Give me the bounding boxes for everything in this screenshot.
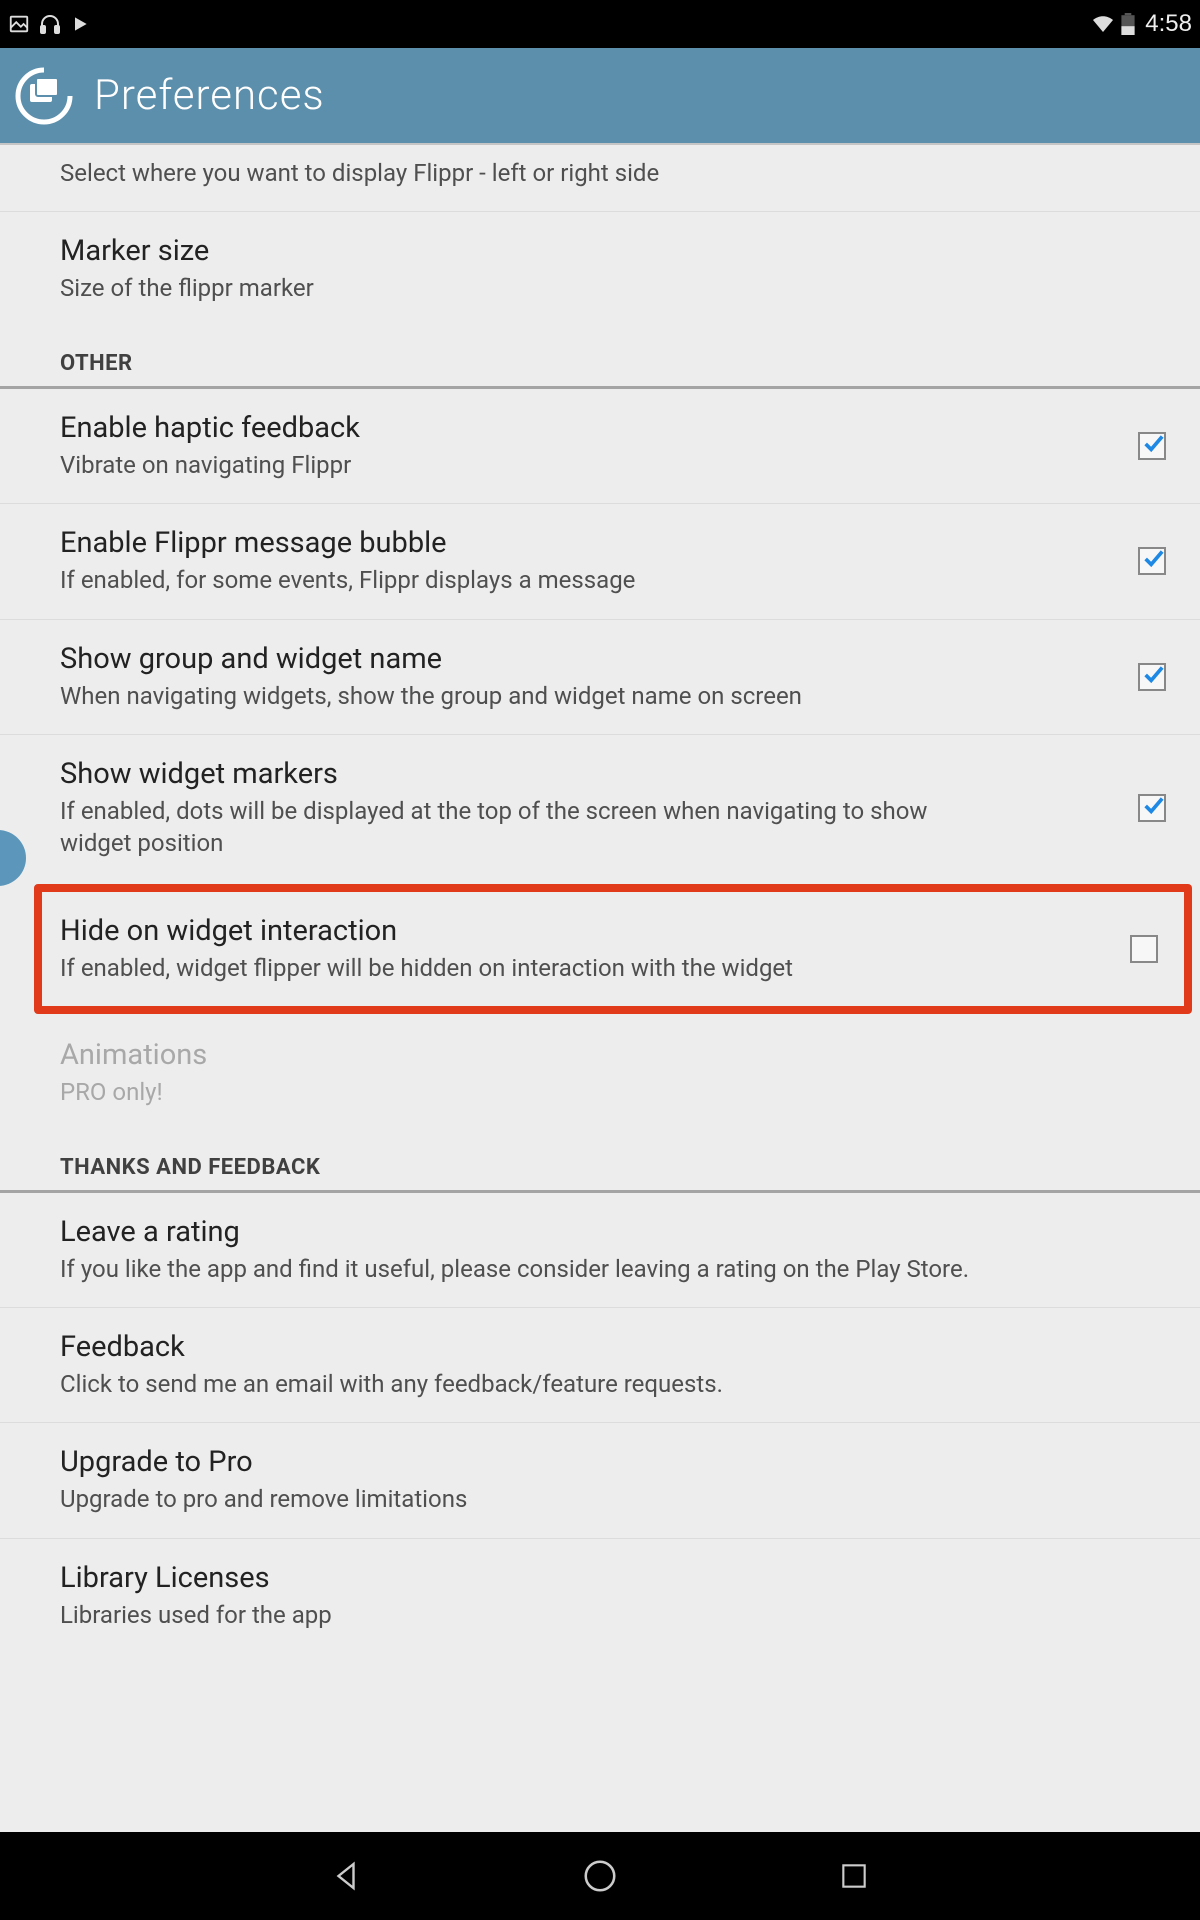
pref-summary: If enabled, dots will be displayed at th…	[60, 795, 930, 860]
nav-recent-button[interactable]	[832, 1854, 876, 1898]
pref-flippr-location[interactable]: Select where you want to display Flippr …	[0, 145, 1200, 212]
pref-leave-rating[interactable]: Leave a rating If you like the app and f…	[0, 1193, 1200, 1308]
wifi-icon	[1091, 12, 1115, 36]
status-time: 4:58	[1145, 10, 1192, 38]
pref-message-bubble[interactable]: Enable Flippr message bubble If enabled,…	[0, 504, 1200, 619]
play-icon	[70, 14, 90, 34]
pref-summary: Libraries used for the app	[60, 1599, 1166, 1631]
section-thanks-feedback: THANKS AND FEEDBACK	[0, 1131, 1200, 1193]
checkbox[interactable]	[1130, 935, 1158, 963]
pref-summary: PRO only!	[60, 1076, 1166, 1108]
pref-summary: When navigating widgets, show the group …	[60, 680, 1118, 712]
battery-icon	[1121, 13, 1135, 35]
pref-show-group-widget-name[interactable]: Show group and widget name When navigati…	[0, 620, 1200, 735]
app-title: Preferences	[94, 71, 325, 120]
pref-marker-size[interactable]: Marker size Size of the flippr marker	[0, 212, 1200, 326]
pref-library-licenses[interactable]: Library Licenses Libraries used for the …	[0, 1539, 1200, 1653]
pref-show-widget-markers[interactable]: Show widget markers If enabled, dots wil…	[0, 735, 1200, 882]
highlight-marker: Hide on widget interaction If enabled, w…	[34, 884, 1192, 1014]
pref-title: Library Licenses	[60, 1561, 1166, 1595]
nav-back-button[interactable]	[324, 1854, 368, 1898]
pref-title: Upgrade to Pro	[60, 1445, 1166, 1479]
pref-summary: Vibrate on navigating Flippr	[60, 449, 1118, 481]
app-logo-icon	[12, 64, 76, 128]
pref-title: Leave a rating	[60, 1215, 1166, 1249]
pref-upgrade-pro[interactable]: Upgrade to Pro Upgrade to pro and remove…	[0, 1423, 1200, 1538]
nav-bar	[0, 1832, 1200, 1920]
nav-home-button[interactable]	[578, 1854, 622, 1898]
status-right: 4:58	[1091, 10, 1192, 38]
pref-summary: Upgrade to pro and remove limitations	[60, 1483, 1166, 1515]
checkbox[interactable]	[1138, 547, 1166, 575]
status-left	[8, 12, 90, 36]
pref-summary: If enabled, widget flipper will be hidde…	[60, 952, 1110, 984]
pref-feedback[interactable]: Feedback Click to send me an email with …	[0, 1308, 1200, 1423]
pref-summary: If you like the app and find it useful, …	[60, 1253, 1166, 1285]
status-bar: 4:58	[0, 0, 1200, 48]
pref-title: Enable haptic feedback	[60, 411, 1118, 445]
pref-summary: Size of the flippr marker	[60, 272, 1166, 304]
pref-title: Show widget markers	[60, 757, 1118, 791]
pref-summary: Click to send me an email with any feedb…	[60, 1368, 1166, 1400]
picture-icon	[8, 13, 30, 35]
headphones-icon	[38, 12, 62, 36]
pref-title: Feedback	[60, 1330, 1166, 1364]
checkbox[interactable]	[1138, 432, 1166, 460]
checkbox[interactable]	[1138, 663, 1166, 691]
pref-title: Enable Flippr message bubble	[60, 526, 1118, 560]
preferences-list[interactable]: Select where you want to display Flippr …	[0, 145, 1200, 1785]
pref-hide-on-widget-interaction[interactable]: Hide on widget interaction If enabled, w…	[42, 892, 1184, 1006]
pref-title: Hide on widget interaction	[60, 914, 1110, 948]
pref-title: Animations	[60, 1038, 1166, 1072]
pref-summary: If enabled, for some events, Flippr disp…	[60, 564, 1118, 596]
checkbox[interactable]	[1138, 794, 1166, 822]
pref-haptic-feedback[interactable]: Enable haptic feedback Vibrate on naviga…	[0, 389, 1200, 504]
app-bar: Preferences	[0, 48, 1200, 145]
pref-summary: Select where you want to display Flippr …	[60, 157, 1166, 189]
pref-animations: Animations PRO only!	[0, 1016, 1200, 1130]
pref-title: Marker size	[60, 234, 1166, 268]
pref-title: Show group and widget name	[60, 642, 1118, 676]
section-other: OTHER	[0, 327, 1200, 389]
